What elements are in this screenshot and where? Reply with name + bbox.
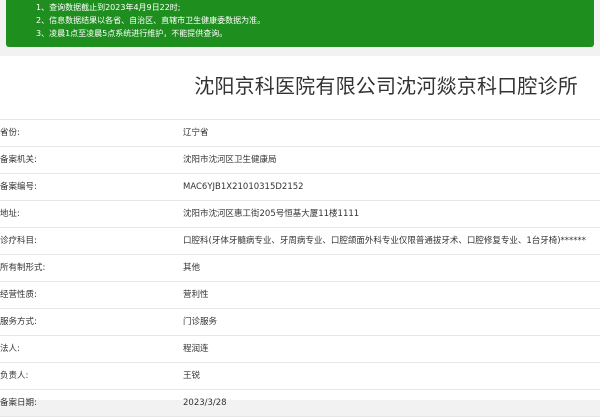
detail-label: 负责人:	[0, 371, 29, 381]
detail-row-departments: 诊疗科目: 口腔科(牙体牙髓病专业、牙周病专业、口腔颌面外科专业仅限普通拔牙术、…	[0, 228, 600, 255]
detail-label: 经营性质:	[0, 290, 37, 300]
detail-value: 口腔科(牙体牙髓病专业、牙周病专业、口腔颌面外科专业仅限普通拔牙术、口腔修复专业…	[183, 236, 587, 246]
detail-label: 省份:	[0, 128, 20, 138]
detail-label: 备案编号:	[0, 182, 37, 192]
detail-value: 沈阳市沈河区惠工街205号恒基大厦11楼1111	[183, 209, 360, 219]
detail-row-record-date: 备案日期: 2023/3/28	[0, 390, 600, 417]
record-details: 省份: 辽宁省 备案机关: 沈阳市沈河区卫生健康局 备案编号: MAC6YJB1…	[0, 119, 600, 417]
detail-row-service-mode: 服务方式: 门诊服务	[0, 309, 600, 336]
detail-value: 沈阳市沈河区卫生健康局	[183, 155, 277, 165]
detail-value: 程润连	[183, 344, 209, 354]
detail-label: 服务方式:	[0, 317, 37, 327]
detail-row-ownership: 所有制形式: 其他	[0, 255, 600, 282]
detail-label: 备案机关:	[0, 155, 37, 165]
clinic-title: 沈阳京科医院有限公司沈河燚京科口腔诊所	[194, 74, 578, 98]
detail-label: 所有制形式:	[0, 263, 46, 273]
notice-line: 1、查询数据截止到2023年4月9日22时;	[36, 3, 181, 12]
detail-row-person-in-charge: 负责人: 王锐	[0, 363, 600, 390]
notice-line: 3、凌晨1点至凌晨5点系统进行维护，不能提供查询。	[36, 29, 228, 38]
detail-value: MAC6YJB1X21010315D2152	[183, 182, 304, 192]
detail-label: 地址:	[0, 209, 20, 219]
notice-line: 2、信息数据结果以各省、自治区、直辖市卫生健康委数据为准。	[36, 16, 266, 25]
detail-row-record-number: 备案编号: MAC6YJB1X21010315D2152	[0, 174, 600, 201]
detail-value: 门诊服务	[183, 317, 218, 327]
detail-row-address: 地址: 沈阳市沈河区惠工街205号恒基大厦11楼1111	[0, 201, 600, 228]
detail-row-legal-person: 法人: 程润连	[0, 336, 600, 363]
record-card: 沈阳京科医院有限公司沈河燚京科口腔诊所 省份: 辽宁省 备案机关: 沈阳市沈河区…	[0, 56, 600, 417]
notice-banner: 1、查询数据截止到2023年4月9日22时; 2、信息数据结果以各省、自治区、直…	[6, 0, 594, 47]
detail-row-business-nature: 经营性质: 营利性	[0, 282, 600, 309]
detail-row-province: 省份: 辽宁省	[0, 119, 600, 147]
detail-value: 其他	[183, 263, 201, 273]
detail-label: 备案日期:	[0, 398, 37, 408]
detail-label: 法人:	[0, 344, 20, 354]
detail-row-authority: 备案机关: 沈阳市沈河区卫生健康局	[0, 147, 600, 174]
detail-value: 王锐	[183, 371, 201, 381]
detail-label: 诊疗科目:	[0, 236, 37, 246]
detail-value: 2023/3/28	[183, 398, 227, 408]
detail-value: 辽宁省	[183, 128, 209, 138]
detail-value: 营利性	[183, 290, 209, 300]
